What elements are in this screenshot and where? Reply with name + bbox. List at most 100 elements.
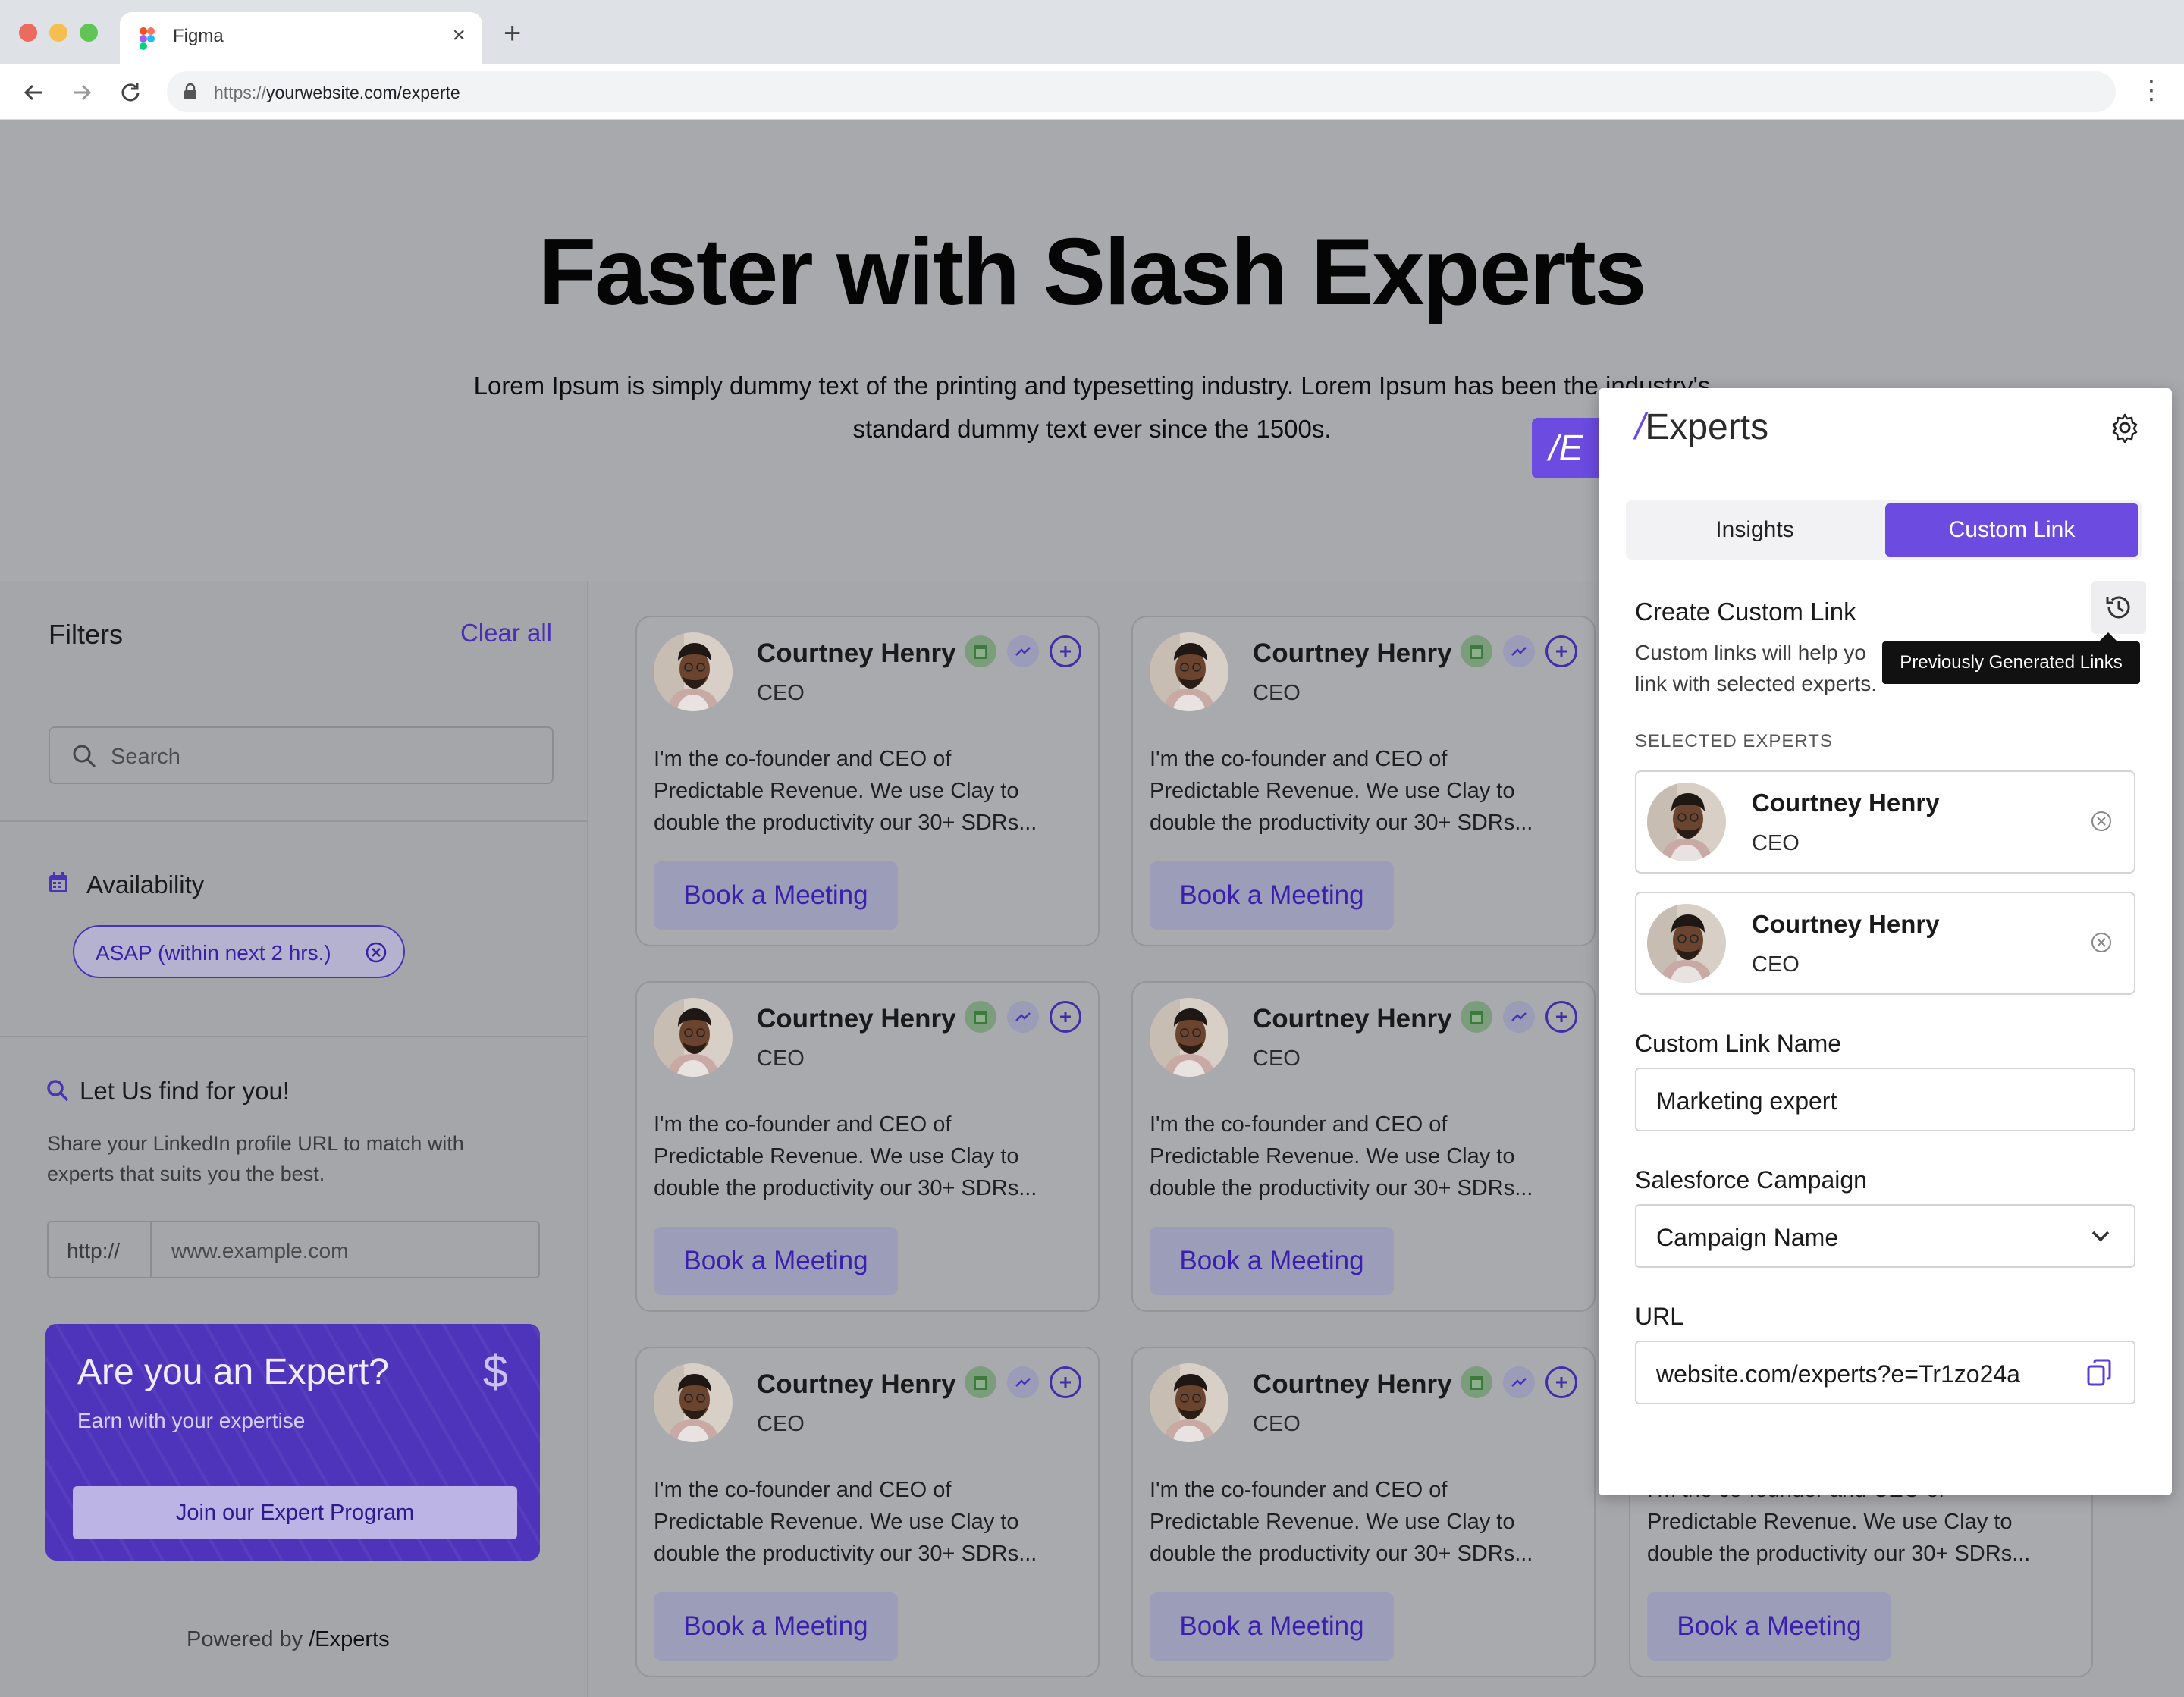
- panel-tabs: Insights Custom Link: [1626, 500, 2142, 560]
- figma-icon: [140, 27, 155, 50]
- remove-chip-icon[interactable]: [366, 942, 387, 963]
- search-icon: [47, 1080, 69, 1102]
- url-value: website.com/experts?e=Tr1zo24a: [1656, 1360, 2020, 1388]
- trending-icon: [1007, 1001, 1039, 1033]
- back-icon[interactable]: [18, 77, 49, 108]
- expert-role: CEO: [1752, 952, 1800, 977]
- book-meeting-button[interactable]: Book a Meeting: [1150, 1592, 1394, 1661]
- campaign-select[interactable]: Campaign Name: [1635, 1204, 2135, 1268]
- expert-description: I'm the co-founder and CEO ofPredictable…: [1150, 1478, 1533, 1566]
- new-tab-icon[interactable]: +: [504, 18, 521, 49]
- close-window-button[interactable]: [19, 24, 37, 42]
- avatar: [1150, 632, 1228, 711]
- card-actions: [1461, 1366, 1577, 1398]
- availability-label: Availability: [86, 870, 205, 899]
- expert-role: CEO: [1253, 681, 1301, 705]
- calendar-icon: [1461, 1366, 1492, 1398]
- url-input[interactable]: https://yourwebsite.com/experte: [167, 71, 2116, 112]
- select-value: Campaign Name: [1656, 1224, 1839, 1251]
- expert-card: Courtney Henry CEO I'm the co-founder and …: [1131, 616, 1596, 946]
- tab-insights[interactable]: Insights: [1626, 500, 1884, 560]
- availability-chip[interactable]: ASAP (within next 2 hrs.): [73, 925, 405, 978]
- experts-logo: /Experts: [309, 1627, 390, 1652]
- avatar: [1150, 998, 1228, 1077]
- add-expert-icon[interactable]: [1050, 1366, 1081, 1398]
- page-title: Faster with Slash Experts: [538, 220, 1646, 325]
- add-expert-icon[interactable]: [1050, 1001, 1081, 1033]
- divider: [0, 1036, 588, 1037]
- join-expert-program-button[interactable]: Join our Expert Program: [73, 1486, 517, 1539]
- close-tab-icon[interactable]: ×: [452, 23, 466, 49]
- selected-expert-card: Courtney Henry CEO: [1635, 770, 2135, 874]
- book-meeting-button[interactable]: Book a Meeting: [1150, 861, 1394, 930]
- book-meeting-button[interactable]: Book a Meeting: [1647, 1592, 1891, 1661]
- minimize-window-button[interactable]: [49, 24, 67, 42]
- chevron-down-icon: [2091, 1231, 2110, 1242]
- avatar: [1647, 783, 1726, 861]
- expert-card: Courtney Henry CEO I'm the co-founder and …: [1131, 981, 1596, 1312]
- expert-role: CEO: [757, 1046, 805, 1071]
- custom-link-name-input[interactable]: Marketing expert: [1635, 1068, 2135, 1131]
- browser-menu-icon[interactable]: ⋮: [2138, 77, 2164, 103]
- expert-name: Courtney Henry: [757, 638, 956, 668]
- remove-expert-icon[interactable]: [2090, 810, 2113, 833]
- url-text: https://yourwebsite.com/experte: [214, 83, 460, 102]
- expert-role: CEO: [1752, 831, 1800, 855]
- history-button[interactable]: [2091, 581, 2146, 634]
- search-icon: [73, 745, 96, 768]
- avatar: [1647, 904, 1726, 983]
- search-input[interactable]: Search: [49, 726, 554, 784]
- expert-description: I'm the co-founder and CEO ofPredictable…: [654, 1478, 1037, 1566]
- expert-promo-card: Are you an Expert? $ Earn with your expe…: [46, 1324, 540, 1561]
- trending-icon: [1007, 635, 1039, 667]
- trending-icon: [1503, 635, 1535, 667]
- url-label: URL: [1635, 1303, 1684, 1330]
- salesforce-campaign-label: Salesforce Campaign: [1635, 1166, 1867, 1194]
- tab-custom-link[interactable]: Custom Link: [1885, 503, 2138, 557]
- calendar-icon: [965, 1366, 996, 1398]
- remove-expert-icon[interactable]: [2090, 931, 2113, 954]
- add-expert-icon[interactable]: [1545, 635, 1577, 667]
- tab-title: Figma: [173, 26, 224, 46]
- input-value: Marketing expert: [1656, 1087, 1837, 1115]
- expert-card: Courtney Henry CEO I'm the co-founder and …: [635, 981, 1100, 1312]
- calendar-icon: [1461, 1001, 1492, 1033]
- add-expert-icon[interactable]: [1545, 1001, 1577, 1033]
- expert-role: CEO: [757, 681, 805, 705]
- book-meeting-button[interactable]: Book a Meeting: [654, 1227, 898, 1295]
- create-custom-link-heading: Create Custom Link: [1635, 598, 1856, 626]
- avatar: [654, 1363, 733, 1442]
- expert-card: Courtney Henry CEO I'm the co-founder and …: [1131, 1347, 1596, 1677]
- expert-name: Courtney Henry: [757, 1004, 956, 1034]
- book-meeting-button[interactable]: Book a Meeting: [1150, 1227, 1394, 1295]
- gear-icon[interactable]: [2110, 412, 2140, 443]
- browser-address-bar: https://yourwebsite.com/experte ⋮: [0, 64, 2184, 120]
- reload-icon[interactable]: [115, 77, 146, 108]
- expert-description: I'm the co-founder and CEO ofPredictable…: [1150, 1112, 1533, 1200]
- experts-launcher-button[interactable]: /E: [1532, 418, 1600, 478]
- filters-sidebar: Filters Clear all Search Availability AS…: [0, 581, 588, 1697]
- url-field[interactable]: website.com/experts?e=Tr1zo24a: [1635, 1341, 2135, 1404]
- add-expert-icon[interactable]: [1545, 1366, 1577, 1398]
- calendar-icon: [965, 1001, 996, 1033]
- maximize-window-button[interactable]: [80, 24, 98, 42]
- history-tooltip: Previously Generated Links: [1882, 632, 2140, 684]
- expert-name: Courtney Henry: [1752, 910, 1940, 938]
- copy-icon[interactable]: [2085, 1357, 2114, 1388]
- clear-all-link[interactable]: Clear all: [460, 619, 552, 648]
- browser-tab-bar: Figma × +: [0, 0, 2184, 64]
- card-actions: [965, 635, 1081, 667]
- browser-tab[interactable]: Figma ×: [120, 12, 482, 64]
- expert-description: I'm the co-founder and CEO ofPredictable…: [1150, 747, 1533, 835]
- add-expert-icon[interactable]: [1050, 635, 1081, 667]
- forward-icon[interactable]: [67, 77, 97, 108]
- experts-logo: /Experts: [1635, 407, 1769, 447]
- promo-title: Are you an Expert?: [77, 1352, 389, 1392]
- powered-by: Powered by /Experts: [187, 1627, 390, 1652]
- url-prefix: http://: [49, 1222, 152, 1277]
- book-meeting-button[interactable]: Book a Meeting: [654, 861, 898, 930]
- linkedin-url-input[interactable]: http:// www.example.com: [47, 1221, 540, 1278]
- trending-icon: [1503, 1001, 1535, 1033]
- calendar-icon: [49, 872, 67, 892]
- book-meeting-button[interactable]: Book a Meeting: [654, 1592, 898, 1661]
